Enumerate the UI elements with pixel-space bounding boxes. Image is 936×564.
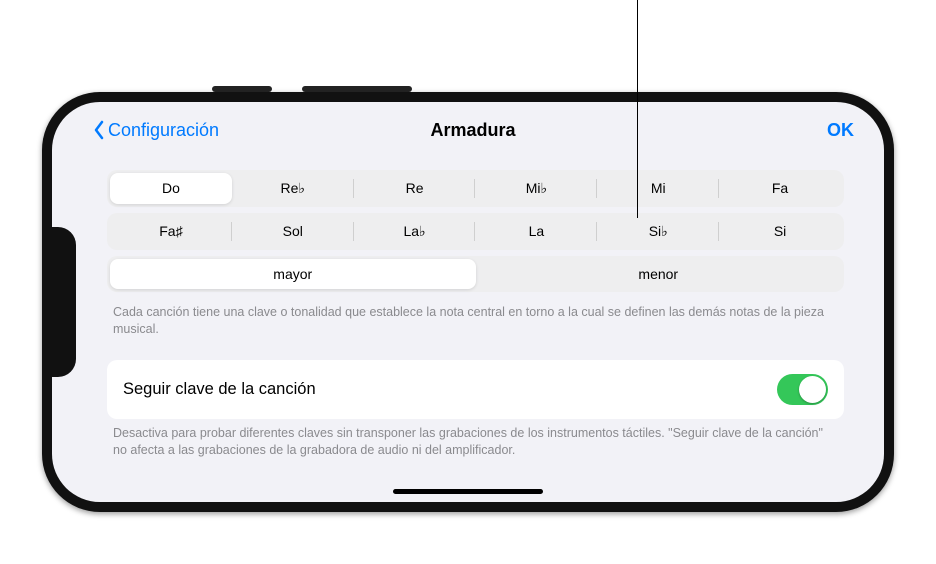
phone-frame: Configuración Armadura OK Do Re♭ Re Mi♭ …: [42, 92, 894, 512]
follow-key-cell: Seguir clave de la canción: [107, 360, 844, 419]
key-row-2: Fa♯ Sol La♭ La Si♭ Si: [107, 213, 844, 250]
key-lab[interactable]: La♭: [354, 216, 476, 247]
key-sol[interactable]: Sol: [232, 216, 354, 247]
ok-button[interactable]: OK: [827, 120, 854, 141]
key-si[interactable]: Si: [719, 216, 841, 247]
scale-row: mayor menor: [107, 256, 844, 292]
screen: Configuración Armadura OK Do Re♭ Re Mi♭ …: [52, 102, 884, 502]
scale-mayor[interactable]: mayor: [110, 259, 476, 289]
notch: [52, 227, 76, 377]
navbar: Configuración Armadura OK: [92, 112, 854, 148]
key-mib[interactable]: Mi♭: [475, 173, 597, 204]
follow-key-toggle[interactable]: [777, 374, 828, 405]
callout-line: [637, 0, 638, 218]
key-fas[interactable]: Fa♯: [110, 216, 232, 247]
key-row-1: Do Re♭ Re Mi♭ Mi Fa: [107, 170, 844, 207]
key-re[interactable]: Re: [354, 173, 476, 204]
key-do[interactable]: Do: [110, 173, 232, 204]
helper-text-keys: Cada canción tiene una clave o tonalidad…: [107, 298, 844, 338]
key-fa[interactable]: Fa: [719, 173, 841, 204]
scale-menor[interactable]: menor: [476, 259, 842, 289]
key-la[interactable]: La: [475, 216, 597, 247]
back-label: Configuración: [108, 120, 219, 141]
follow-key-label: Seguir clave de la canción: [123, 380, 316, 399]
key-sib[interactable]: Si♭: [597, 216, 719, 247]
back-button[interactable]: Configuración: [92, 120, 219, 141]
key-mi[interactable]: Mi: [597, 173, 719, 204]
helper-text-follow: Desactiva para probar diferentes claves …: [107, 419, 844, 459]
chevron-left-icon: [92, 120, 106, 140]
key-reb[interactable]: Re♭: [232, 173, 354, 204]
content: Do Re♭ Re Mi♭ Mi Fa Fa♯ Sol La♭ La Si♭ S…: [107, 170, 844, 459]
home-indicator[interactable]: [393, 489, 543, 494]
